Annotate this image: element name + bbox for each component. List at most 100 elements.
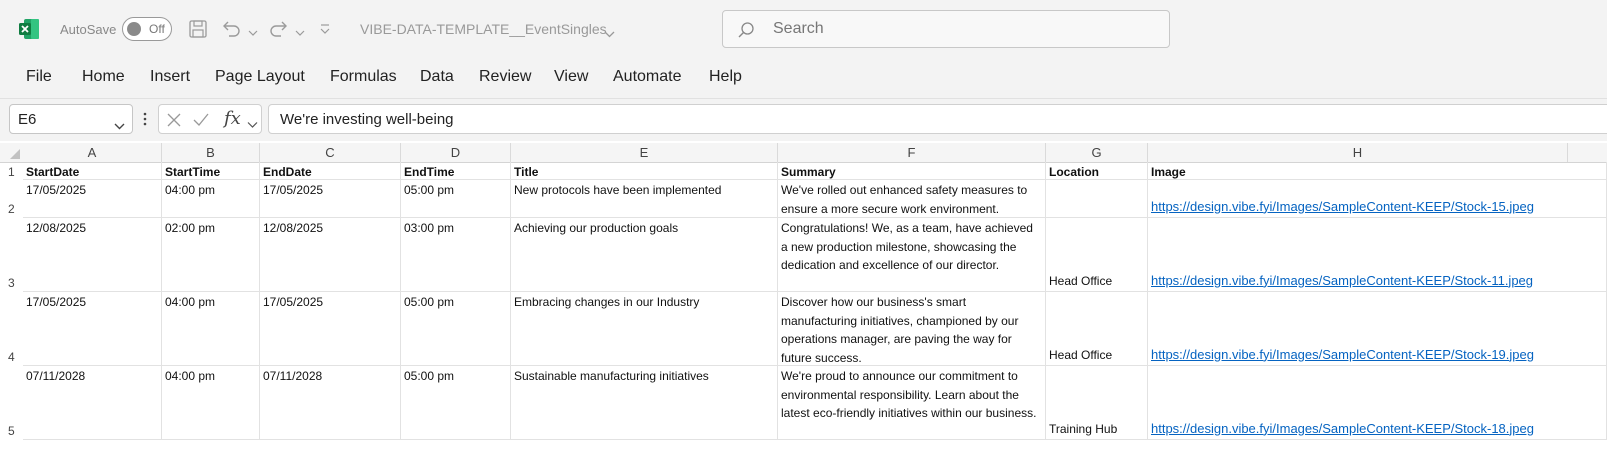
cell-c3[interactable]: 12/08/2025 bbox=[260, 218, 401, 292]
cell-f4[interactable]: Discover how our business's smart manufa… bbox=[778, 292, 1046, 366]
cell-d4[interactable]: 05:00 pm bbox=[401, 292, 511, 366]
cell-g4[interactable]: Head Office bbox=[1046, 292, 1148, 366]
search-icon bbox=[737, 21, 755, 39]
cell-c4[interactable]: 17/05/2025 bbox=[260, 292, 401, 366]
row-header-4[interactable]: 4 bbox=[0, 348, 23, 366]
image-link[interactable]: https://design.vibe.fyi/Images/SampleCon… bbox=[1151, 198, 1603, 217]
excel-logo-icon bbox=[18, 18, 40, 40]
fx-icon[interactable]: fx bbox=[224, 108, 241, 129]
ribbon-tabs: File Home Insert Page Layout Formulas Da… bbox=[0, 58, 1607, 99]
image-link[interactable]: https://design.vibe.fyi/Images/SampleCon… bbox=[1151, 272, 1603, 291]
column-header-h[interactable]: H bbox=[1148, 143, 1568, 162]
tab-home[interactable]: Home bbox=[82, 68, 125, 86]
cell-a5[interactable]: 07/11/2028 bbox=[23, 366, 162, 440]
document-title[interactable]: VIBE-DATA-TEMPLATE__EventSingles bbox=[360, 21, 607, 37]
tab-insert[interactable]: Insert bbox=[150, 68, 190, 86]
enter-icon[interactable] bbox=[192, 111, 210, 129]
cell-b3[interactable]: 02:00 pm bbox=[162, 218, 260, 292]
cell-e2[interactable]: New protocols have been implemented bbox=[511, 180, 778, 218]
tab-formulas[interactable]: Formulas bbox=[330, 68, 397, 86]
redo-icon[interactable] bbox=[268, 18, 290, 40]
row-header-5[interactable]: 5 bbox=[0, 422, 23, 440]
cell-a3[interactable]: 12/08/2025 bbox=[23, 218, 162, 292]
cell-b4[interactable]: 04:00 pm bbox=[162, 292, 260, 366]
cell-e5[interactable]: Sustainable manufacturing initiatives bbox=[511, 366, 778, 440]
cell-h5[interactable]: https://design.vibe.fyi/Images/SampleCon… bbox=[1148, 366, 1607, 440]
cell-h2[interactable]: https://design.vibe.fyi/Images/SampleCon… bbox=[1148, 180, 1607, 218]
tab-help[interactable]: Help bbox=[709, 68, 742, 86]
fx-chevron-icon[interactable] bbox=[247, 116, 258, 128]
column-header-b[interactable]: B bbox=[162, 143, 260, 162]
column-header-g[interactable]: G bbox=[1046, 143, 1148, 162]
location-text: Head Office bbox=[1049, 347, 1113, 362]
document-title-chevron-icon[interactable] bbox=[604, 25, 615, 38]
cell-f5[interactable]: We're proud to announce our commitment t… bbox=[778, 366, 1046, 440]
cell-h3[interactable]: https://design.vibe.fyi/Images/SampleCon… bbox=[1148, 218, 1607, 292]
cell-g5[interactable]: Training Hub bbox=[1046, 366, 1148, 440]
cell-b5[interactable]: 04:00 pm bbox=[162, 366, 260, 440]
cell-c1[interactable]: EndDate bbox=[260, 162, 401, 180]
cell-e3[interactable]: Achieving our production goals bbox=[511, 218, 778, 292]
cell-g1[interactable]: Location bbox=[1046, 162, 1148, 180]
cell-e1[interactable]: Title bbox=[511, 162, 778, 180]
formula-bar: E6 fx We're investing well-being bbox=[0, 99, 1607, 141]
cell-g3[interactable]: Head Office bbox=[1046, 218, 1148, 292]
tab-data[interactable]: Data bbox=[420, 68, 454, 86]
tab-review[interactable]: Review bbox=[479, 68, 531, 86]
search-box[interactable]: Search bbox=[722, 10, 1170, 48]
cell-e4[interactable]: Embracing changes in our Industry bbox=[511, 292, 778, 366]
formula-input[interactable]: We're investing well-being bbox=[268, 104, 1607, 134]
row-header-2[interactable]: 2 bbox=[0, 200, 23, 218]
tab-automate[interactable]: Automate bbox=[613, 68, 681, 86]
customize-qat-icon[interactable] bbox=[320, 22, 330, 34]
cell-d5[interactable]: 05:00 pm bbox=[401, 366, 511, 440]
autosave-state: Off bbox=[149, 22, 165, 36]
column-header-e[interactable]: E bbox=[511, 143, 778, 162]
more-options-icon[interactable] bbox=[142, 110, 148, 128]
cell-d1[interactable]: EndTime bbox=[401, 162, 511, 180]
cell-b2[interactable]: 04:00 pm bbox=[162, 180, 260, 218]
name-box-chevron-icon[interactable] bbox=[114, 117, 125, 130]
save-icon[interactable] bbox=[187, 18, 209, 40]
autosave-label: AutoSave bbox=[60, 22, 117, 37]
row-header-3[interactable]: 3 bbox=[0, 274, 23, 292]
cell-g2[interactable] bbox=[1046, 180, 1148, 218]
worksheet-grid: A B C D E F G H 1 2 3 4 5 StartDate Star… bbox=[0, 141, 1607, 449]
column-header-f[interactable]: F bbox=[778, 143, 1046, 162]
cell-reference: E6 bbox=[18, 111, 37, 128]
tab-file[interactable]: File bbox=[26, 68, 52, 86]
tab-view[interactable]: View bbox=[554, 68, 588, 86]
cancel-icon[interactable] bbox=[165, 111, 183, 129]
cell-b1[interactable]: StartTime bbox=[162, 162, 260, 180]
undo-icon[interactable] bbox=[220, 18, 242, 40]
autosave-toggle[interactable]: Off bbox=[122, 17, 172, 41]
cell-h4[interactable]: https://design.vibe.fyi/Images/SampleCon… bbox=[1148, 292, 1607, 366]
toggle-knob bbox=[127, 22, 141, 36]
location-text: Head Office bbox=[1049, 273, 1113, 288]
cell-f3[interactable]: Congratulations! We, as a team, have ach… bbox=[778, 218, 1046, 292]
formula-buttons: fx bbox=[158, 104, 262, 134]
column-header-a[interactable]: A bbox=[23, 143, 162, 162]
cell-f2[interactable]: We've rolled out enhanced safety measure… bbox=[778, 180, 1046, 218]
name-box[interactable]: E6 bbox=[9, 104, 133, 134]
cell-f1[interactable]: Summary bbox=[778, 162, 1046, 180]
image-link[interactable]: https://design.vibe.fyi/Images/SampleCon… bbox=[1151, 346, 1603, 365]
cell-c5[interactable]: 07/11/2028 bbox=[260, 366, 401, 440]
image-link[interactable]: https://design.vibe.fyi/Images/SampleCon… bbox=[1151, 420, 1603, 439]
search-placeholder: Search bbox=[773, 20, 824, 37]
cell-a4[interactable]: 17/05/2025 bbox=[23, 292, 162, 366]
cell-a1[interactable]: StartDate bbox=[23, 162, 162, 180]
redo-dropdown-chevron-icon[interactable] bbox=[295, 24, 305, 36]
formula-text: We're investing well-being bbox=[280, 111, 454, 128]
row-header-1[interactable]: 1 bbox=[0, 163, 23, 181]
column-header-c[interactable]: C bbox=[260, 143, 401, 162]
cell-c2[interactable]: 17/05/2025 bbox=[260, 180, 401, 218]
tab-page-layout[interactable]: Page Layout bbox=[215, 68, 305, 86]
column-header-d[interactable]: D bbox=[401, 143, 511, 162]
cell-a2[interactable]: 17/05/2025 bbox=[23, 180, 162, 218]
cell-d2[interactable]: 05:00 pm bbox=[401, 180, 511, 218]
select-all-corner[interactable] bbox=[0, 143, 23, 162]
cell-h1[interactable]: Image bbox=[1148, 162, 1607, 180]
undo-dropdown-chevron-icon[interactable] bbox=[248, 24, 258, 36]
cell-d3[interactable]: 03:00 pm bbox=[401, 218, 511, 292]
